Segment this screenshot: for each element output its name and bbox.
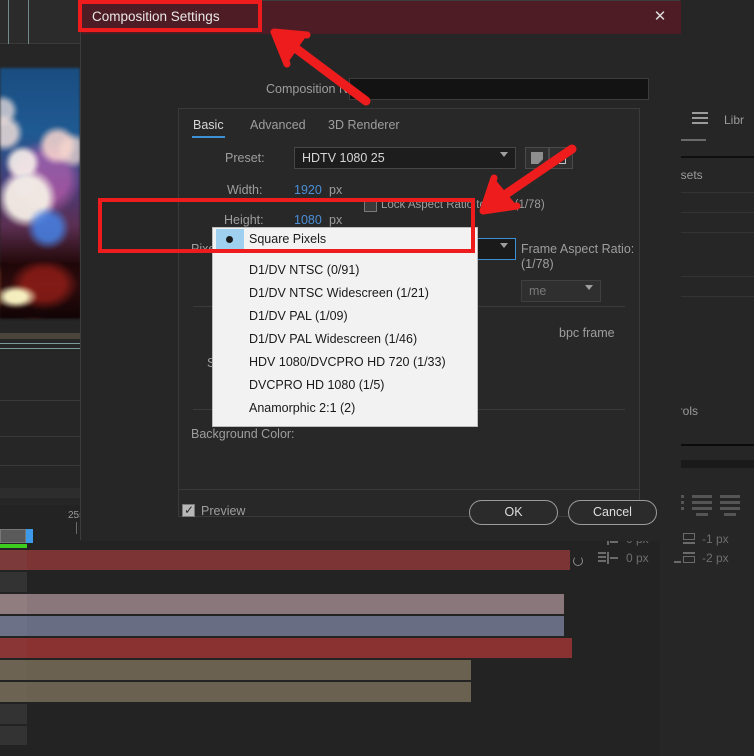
screenshot-root: ▶ ❙▶ ▶❙ 25s (0, 0, 754, 756)
annotation-arrows (270, 28, 577, 215)
